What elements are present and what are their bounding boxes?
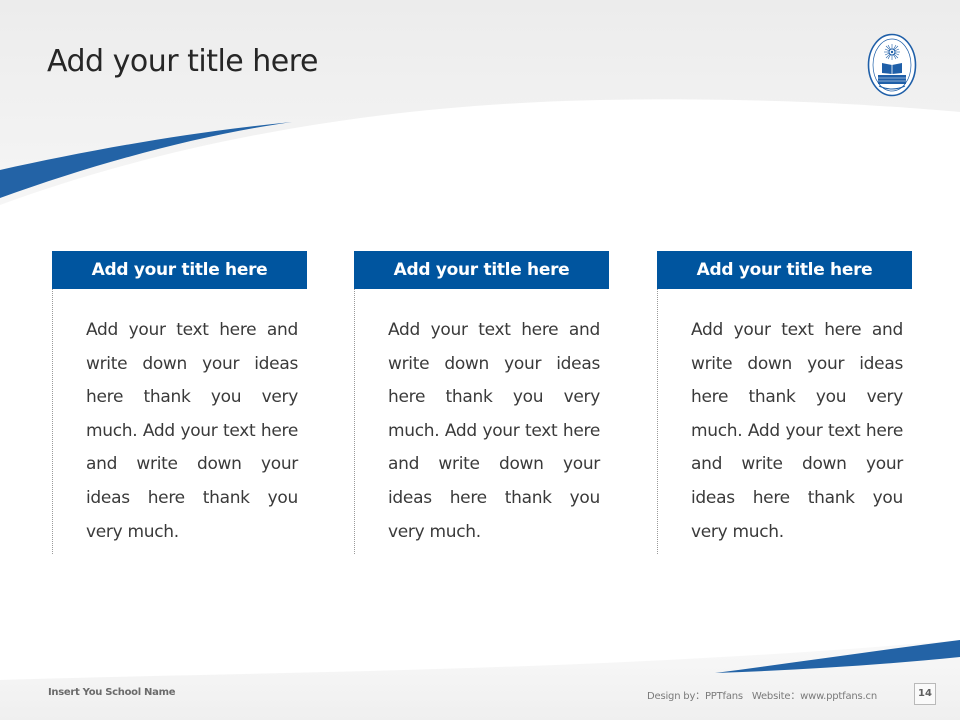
column-body: Add your text here and write down your i… bbox=[52, 289, 307, 554]
column-title: Add your title here bbox=[657, 251, 912, 289]
content-column-2: Add your title here Add your text here a… bbox=[354, 251, 609, 554]
column-text: Add your text here and write down your i… bbox=[388, 320, 600, 542]
content-column-1: Add your title here Add your text here a… bbox=[52, 251, 307, 554]
column-body: Add your text here and write down your i… bbox=[657, 289, 912, 554]
column-title: Add your title here bbox=[52, 251, 307, 289]
column-title: Add your title here bbox=[354, 251, 609, 289]
column-body: Add your text here and write down your i… bbox=[354, 289, 609, 554]
page-number: 14 bbox=[914, 683, 936, 705]
footer-credit: Design by：PPTfans Website：www.pptfans.cn bbox=[647, 691, 877, 702]
university-seal-icon bbox=[867, 33, 917, 97]
footer-school-name: Insert You School Name bbox=[48, 687, 176, 698]
content-column-3: Add your title here Add your text here a… bbox=[657, 251, 912, 554]
slide-title: Add your title here bbox=[47, 44, 318, 79]
column-text: Add your text here and write down your i… bbox=[691, 320, 903, 542]
column-text: Add your text here and write down your i… bbox=[86, 320, 298, 542]
footer-band bbox=[0, 640, 960, 720]
